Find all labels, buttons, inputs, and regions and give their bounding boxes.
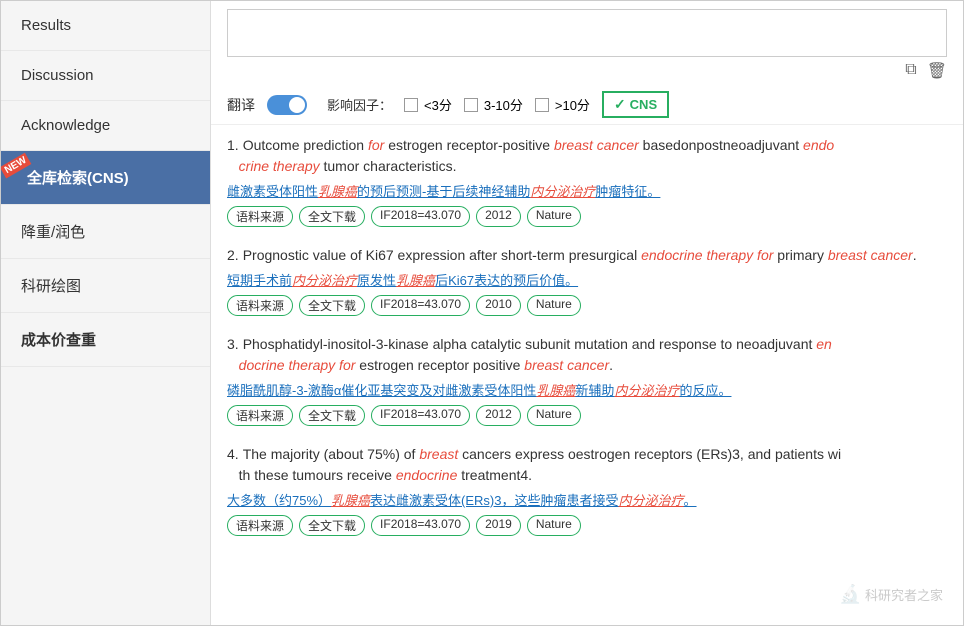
sidebar-highlight-label: 降重/润色 xyxy=(21,224,85,241)
tag-fulltext-1[interactable]: 全文下载 xyxy=(299,206,365,227)
result-2-text: Prognostic value of Ki67 expression afte… xyxy=(243,247,917,263)
result-item-2: 2.Prognostic value of Ki67 expression af… xyxy=(227,245,947,316)
sidebar-item-fullsearch[interactable]: NEW 全库检索(CNS) xyxy=(1,151,210,205)
sidebar-item-cost[interactable]: 成本价查重 xyxy=(1,313,210,367)
filter-3to10: 3-10分 xyxy=(464,95,523,114)
sidebar: Results Discussion Acknowledge NEW 全库检索(… xyxy=(1,1,211,625)
result-item-4: 4.The majority (about 75%) of breast can… xyxy=(227,444,947,536)
sidebar-item-discussion[interactable]: Discussion xyxy=(1,51,210,101)
sidebar-item-results[interactable]: Results xyxy=(1,1,210,51)
checkbox-lt3[interactable] xyxy=(404,98,418,112)
translate-toggle[interactable] xyxy=(267,95,307,115)
filter-bar: 翻译 影响因子： <3分 3-10分 >10分 xyxy=(211,85,963,125)
filter-gt10: >10分 xyxy=(535,95,590,114)
tag-journal-1[interactable]: Nature xyxy=(527,206,581,227)
result-2-title: 2.Prognostic value of Ki67 expression af… xyxy=(227,245,947,266)
tag-if-3[interactable]: IF2018=43.070 xyxy=(371,405,470,426)
filter-gt10-label: >10分 xyxy=(555,95,590,114)
tag-year-4[interactable]: 2019 xyxy=(476,515,521,536)
result-1-subtitle[interactable]: 雌激素受体阳性乳腺癌的预后预测-基于后续神经辅助内分泌治疗肿瘤特征。 xyxy=(227,181,947,200)
result-item-1: 1.Outcome prediction for estrogen recept… xyxy=(227,135,947,227)
tag-source-2[interactable]: 语料来源 xyxy=(227,295,293,316)
result-4-tags: 语料来源 全文下载 IF2018=43.070 2019 Nature xyxy=(227,515,947,536)
result-item-3: 3.Phosphatidyl-inositol-3-kinase alpha c… xyxy=(227,334,947,426)
cns-button[interactable]: ✓ CNS xyxy=(602,91,669,118)
result-2-tags: 语料来源 全文下载 IF2018=43.070 2010 Nature xyxy=(227,295,947,316)
sidebar-results-label: Results xyxy=(21,17,71,34)
text-input-box[interactable] xyxy=(227,9,947,57)
result-4-num: 4. xyxy=(227,446,239,462)
app-container: Results Discussion Acknowledge NEW 全库检索(… xyxy=(0,0,964,626)
tag-source-1[interactable]: 语料来源 xyxy=(227,206,293,227)
result-2-subtitle[interactable]: 短期手术前内分泌治疗原发性乳腺癌后Ki67表达的预后价值。 xyxy=(227,270,947,289)
tag-fulltext-4[interactable]: 全文下载 xyxy=(299,515,365,536)
filter-lt3-label: <3分 xyxy=(424,95,452,114)
tag-year-3[interactable]: 2012 xyxy=(476,405,521,426)
main-content: ⧉ 🗑 翻译 影响因子： <3分 3-10分 xyxy=(211,1,963,625)
sidebar-discussion-label: Discussion xyxy=(21,67,94,84)
tag-if-1[interactable]: IF2018=43.070 xyxy=(371,206,470,227)
result-3-subtitle[interactable]: 磷脂酰肌醇-3-激酶α催化亚基突变及对雌激素受体阳性乳腺癌新辅助内分泌治疗的反应… xyxy=(227,380,947,399)
tag-journal-2[interactable]: Nature xyxy=(527,295,581,316)
copy-icon[interactable]: ⧉ xyxy=(905,61,916,81)
sidebar-item-chart[interactable]: 科研绘图 xyxy=(1,259,210,313)
cns-checkmark-icon: ✓ xyxy=(614,96,626,113)
result-3-num: 3. xyxy=(227,336,239,352)
result-4-subtitle[interactable]: 大多数（约75%）乳腺癌表达雌激素受体(ERs)3，这些肿瘤患者接受内分泌治疗。 xyxy=(227,490,947,509)
result-3-title: 3.Phosphatidyl-inositol-3-kinase alpha c… xyxy=(227,334,947,376)
result-1-title: 1.Outcome prediction for estrogen recept… xyxy=(227,135,947,177)
tag-fulltext-2[interactable]: 全文下载 xyxy=(299,295,365,316)
filter-label: 影响因子： xyxy=(327,95,392,114)
tag-year-2[interactable]: 2010 xyxy=(476,295,521,316)
tag-journal-4[interactable]: Nature xyxy=(527,515,581,536)
text-area-section: ⧉ 🗑 xyxy=(211,1,963,85)
tag-year-1[interactable]: 2012 xyxy=(476,206,521,227)
filter-lt3: <3分 xyxy=(404,95,452,114)
sidebar-acknowledge-label: Acknowledge xyxy=(21,117,110,134)
result-1-text: Outcome prediction for estrogen receptor… xyxy=(227,137,834,174)
result-3-text: Phosphatidyl-inositol-3-kinase alpha cat… xyxy=(227,336,832,373)
result-3-tags: 语料来源 全文下载 IF2018=43.070 2012 Nature xyxy=(227,405,947,426)
sidebar-item-highlight[interactable]: 降重/润色 xyxy=(1,205,210,259)
tag-source-3[interactable]: 语料来源 xyxy=(227,405,293,426)
result-4-text: The majority (about 75%) of breast cance… xyxy=(227,446,841,483)
results-area: 1.Outcome prediction for estrogen recept… xyxy=(211,125,963,625)
sidebar-item-acknowledge[interactable]: Acknowledge xyxy=(1,101,210,151)
translate-label: 翻译 xyxy=(227,95,255,115)
icon-row: ⧉ 🗑 xyxy=(227,57,947,81)
result-1-num: 1. xyxy=(227,137,239,153)
filter-3to10-label: 3-10分 xyxy=(484,95,523,114)
sidebar-fullsearch-label: 全库检索(CNS) xyxy=(21,170,129,187)
sidebar-cost-label: 成本价查重 xyxy=(21,332,96,349)
result-2-num: 2. xyxy=(227,247,239,263)
toggle-thumb xyxy=(289,97,305,113)
result-4-title: 4.The majority (about 75%) of breast can… xyxy=(227,444,947,486)
tag-if-2[interactable]: IF2018=43.070 xyxy=(371,295,470,316)
tag-fulltext-3[interactable]: 全文下载 xyxy=(299,405,365,426)
cns-label: CNS xyxy=(630,97,657,112)
checkbox-gt10[interactable] xyxy=(535,98,549,112)
checkbox-3to10[interactable] xyxy=(464,98,478,112)
tag-source-4[interactable]: 语料来源 xyxy=(227,515,293,536)
trash-icon[interactable]: 🗑 xyxy=(927,61,947,81)
toggle-track[interactable] xyxy=(267,95,307,115)
tag-journal-3[interactable]: Nature xyxy=(527,405,581,426)
result-1-tags: 语料来源 全文下载 IF2018=43.070 2012 Nature xyxy=(227,206,947,227)
tag-if-4[interactable]: IF2018=43.070 xyxy=(371,515,470,536)
sidebar-chart-label: 科研绘图 xyxy=(21,278,81,295)
